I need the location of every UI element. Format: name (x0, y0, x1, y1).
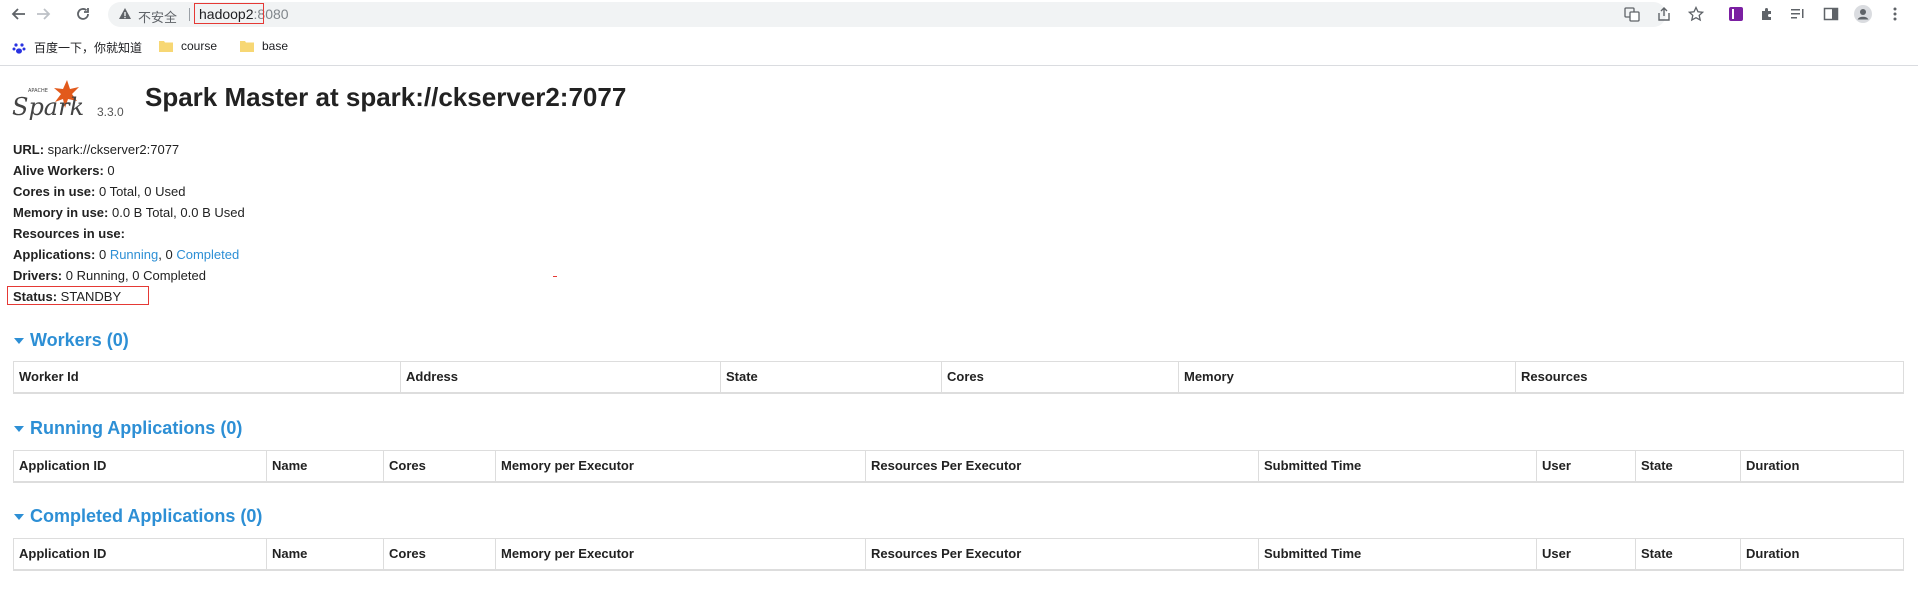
running-apps-table: Application ID Name Cores Memory per Exe… (13, 450, 1904, 483)
insecure-label[interactable]: 不安全 (138, 7, 177, 26)
page-title: Spark Master at spark://ckserver2:7077 (145, 82, 627, 112)
translate-icon[interactable] (1623, 5, 1641, 23)
info-applications: Applications: 0 Running, 0 Completed (13, 247, 240, 262)
reload-icon[interactable] (73, 4, 93, 24)
media-control-icon[interactable] (1789, 5, 1807, 23)
column-header[interactable]: State (720, 361, 942, 394)
workers-section-title: Workers (0) (30, 330, 129, 350)
completed-apps-section-toggle[interactable]: Completed Applications (0) (14, 506, 262, 527)
column-header[interactable]: State (1635, 450, 1741, 483)
spark-master-page: APACHE Spark 3.3.0 Spark Master at spark… (0, 66, 1918, 589)
folder-icon (159, 41, 173, 52)
back-icon[interactable] (9, 4, 29, 24)
side-panel-icon[interactable] (1822, 5, 1840, 23)
spark-version: 3.3.0 (97, 105, 124, 119)
forward-icon[interactable] (33, 4, 53, 24)
info-memory: Memory in use: 0.0 B Total, 0.0 B Used (13, 205, 245, 220)
column-header[interactable]: Application ID (13, 538, 267, 571)
extensions-puzzle-icon[interactable] (1758, 5, 1776, 23)
column-header[interactable]: Resources Per Executor (865, 450, 1259, 483)
red-mark (553, 276, 557, 277)
column-header[interactable]: Worker Id (13, 361, 401, 394)
running-apps-section-toggle[interactable]: Running Applications (0) (14, 418, 242, 439)
bookmark-course[interactable]: course (159, 39, 217, 53)
table-header-row: Worker Id Address State Cores Memory Res… (13, 361, 1904, 394)
caret-down-icon (14, 337, 24, 344)
master-info-list: URL: spark://ckserver2:7077 Alive Worker… (13, 139, 245, 307)
column-header[interactable]: Submitted Time (1258, 538, 1537, 571)
completed-apps-table: Application ID Name Cores Memory per Exe… (13, 538, 1904, 571)
workers-table: Worker Id Address State Cores Memory Res… (13, 361, 1904, 394)
address-bar[interactable]: 不安全 hadoop2:8080 (108, 2, 1666, 27)
caret-down-icon (14, 425, 24, 432)
bookmark-label: base (262, 39, 289, 53)
baidu-paw-icon (12, 42, 26, 54)
completed-apps-section-title: Completed Applications (0) (30, 506, 263, 526)
bookmark-base[interactable]: base (240, 39, 288, 53)
omnibox-separator (189, 8, 190, 21)
column-header[interactable]: Name (266, 538, 384, 571)
bookmark-star-icon[interactable] (1687, 5, 1705, 23)
column-header[interactable]: Duration (1740, 538, 1904, 571)
browser-toolbar: 不安全 hadoop2:8080 (0, 0, 1918, 28)
bookmark-label: course (181, 39, 218, 53)
column-header[interactable]: Name (266, 450, 384, 483)
column-header[interactable]: Cores (941, 361, 1179, 394)
info-drivers: Drivers: 0 Running, 0 Completed (13, 268, 206, 283)
column-header[interactable]: Submitted Time (1258, 450, 1537, 483)
status-highlight-box (7, 286, 149, 305)
running-apps-section-title: Running Applications (0) (30, 418, 243, 438)
column-header[interactable]: Cores (383, 450, 496, 483)
bookmark-label: 百度一下，你就知道 (34, 41, 143, 55)
running-apps-link[interactable]: Running (110, 247, 158, 262)
column-header[interactable]: User (1536, 450, 1636, 483)
column-header[interactable]: Duration (1740, 450, 1904, 483)
column-header[interactable]: Resources Per Executor (865, 538, 1259, 571)
column-header[interactable]: State (1635, 538, 1741, 571)
column-header[interactable]: Application ID (13, 450, 267, 483)
spark-logo[interactable]: APACHE Spark (12, 78, 97, 128)
column-header[interactable]: Memory per Executor (495, 538, 866, 571)
bookmarks-bar: 百度一下，你就知道 course base (0, 36, 1918, 62)
column-header[interactable]: Resources (1515, 361, 1904, 394)
info-cores: Cores in use: 0 Total, 0 Used (13, 184, 186, 199)
column-header[interactable]: User (1536, 538, 1636, 571)
table-header-row: Application ID Name Cores Memory per Exe… (13, 450, 1904, 483)
column-header[interactable]: Cores (383, 538, 496, 571)
menu-kebab-icon[interactable] (1886, 5, 1904, 23)
share-icon[interactable] (1655, 5, 1673, 23)
info-url: URL: spark://ckserver2:7077 (13, 142, 180, 157)
svg-text:Spark: Spark (12, 93, 84, 121)
column-header[interactable]: Address (400, 361, 721, 394)
profile-avatar-icon[interactable] (1854, 5, 1872, 23)
caret-down-icon (14, 513, 24, 520)
url-highlight-box (194, 3, 264, 24)
column-header[interactable]: Memory per Executor (495, 450, 866, 483)
info-alive-workers: Alive Workers: 0 (13, 163, 115, 178)
workers-section-toggle[interactable]: Workers (0) (14, 330, 129, 351)
completed-apps-link[interactable]: Completed (176, 247, 239, 262)
table-header-row: Application ID Name Cores Memory per Exe… (13, 538, 1904, 571)
column-header[interactable]: Memory (1178, 361, 1516, 394)
bookmark-baidu[interactable]: 百度一下，你就知道 (12, 39, 142, 56)
info-resources: Resources in use: (13, 226, 125, 241)
warning-icon[interactable] (118, 7, 132, 21)
extension-rp-icon[interactable] (1727, 5, 1745, 23)
folder-icon (240, 41, 254, 52)
